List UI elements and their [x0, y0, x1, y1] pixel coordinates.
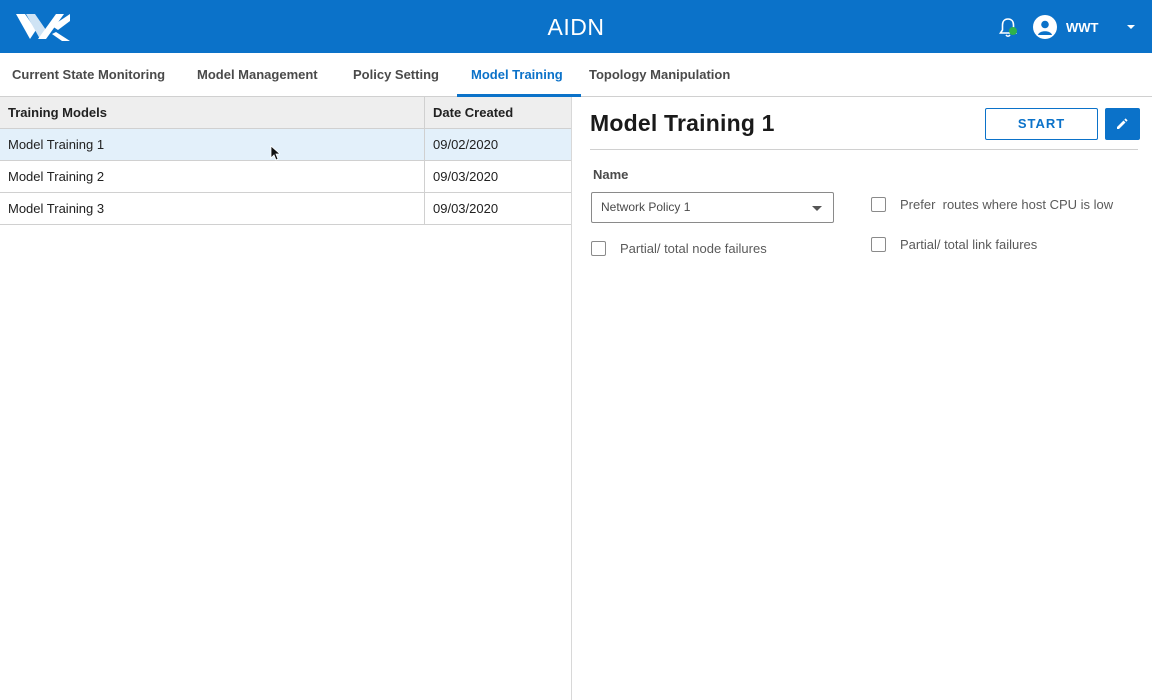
person-avatar-icon[interactable] [1033, 15, 1057, 39]
chevron-down-icon[interactable] [1127, 25, 1135, 29]
model-name-cell: Model Training 2 [8, 169, 105, 184]
mouse-pointer-icon [270, 145, 280, 161]
link-failures-label: Partial/ total link failures [900, 237, 1038, 252]
model-name-cell: Model Training 3 [8, 201, 105, 216]
detail-title: Model Training 1 [590, 110, 775, 136]
policy-select-value: Network Policy 1 [601, 200, 691, 214]
tab-topology-manipulation[interactable]: Topology Manipulation [589, 53, 730, 97]
column-divider [424, 161, 425, 192]
date-created-cell: 09/02/2020 [433, 137, 499, 152]
wwt-logo-icon[interactable] [16, 12, 72, 43]
prefer-low-cpu-label: Prefer routes where host CPU is low [900, 197, 1114, 212]
table-row[interactable]: Model Training 2 09/03/2020 [0, 161, 572, 193]
column-divider [424, 97, 425, 128]
node-failures-label: Partial/ total node failures [620, 241, 767, 256]
link-failures-checkbox[interactable] [871, 237, 886, 252]
pencil-icon [1117, 118, 1128, 129]
tab-model-training[interactable]: Model Training [471, 53, 563, 97]
table-header-row: Training Models Date Created [0, 97, 572, 129]
node-failures-checkbox[interactable] [591, 241, 606, 256]
tab-model-management[interactable]: Model Management [197, 53, 318, 97]
model-name-cell: Model Training 1 [8, 137, 105, 152]
start-button[interactable]: START [985, 108, 1098, 140]
policy-select[interactable]: Network Policy 1 [591, 192, 834, 223]
edit-button[interactable] [1105, 108, 1140, 140]
table-row[interactable]: Model Training 3 09/03/2020 [0, 193, 572, 225]
app-header: AIDN WWT [0, 0, 1152, 53]
column-header-training-models[interactable]: Training Models [8, 97, 107, 128]
main-tabs: Current State Monitoring Model Managemen… [0, 53, 1152, 97]
tab-current-state-monitoring[interactable]: Current State Monitoring [12, 53, 165, 97]
user-name[interactable]: WWT [1066, 20, 1098, 35]
name-label: Name [593, 167, 629, 182]
detail-panel-divider [571, 97, 572, 700]
caret-down-icon [812, 206, 822, 211]
app-title: AIDN [547, 14, 605, 40]
prefer-low-cpu-checkbox[interactable] [871, 197, 886, 212]
table-row[interactable]: Model Training 1 09/02/2020 [0, 129, 572, 161]
title-divider [590, 149, 1138, 150]
notification-badge [1009, 27, 1017, 35]
date-created-cell: 09/03/2020 [433, 169, 499, 184]
tab-policy-setting[interactable]: Policy Setting [353, 53, 439, 97]
column-divider [424, 193, 425, 224]
date-created-cell: 09/03/2020 [433, 201, 499, 216]
column-header-date-created[interactable]: Date Created [433, 97, 513, 128]
column-divider [424, 129, 425, 160]
